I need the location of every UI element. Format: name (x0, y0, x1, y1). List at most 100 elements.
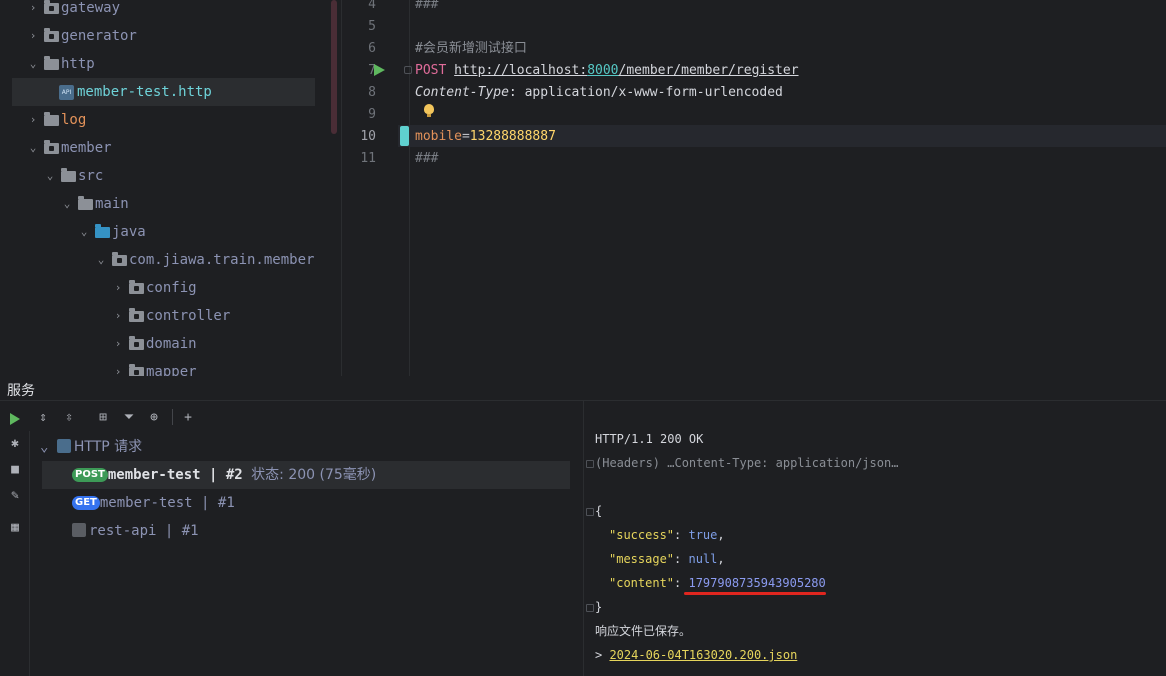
json-key: "message" (609, 552, 675, 566)
http-client-icon (56, 439, 71, 453)
line-number: 10 (360, 129, 376, 144)
body-value: 13288888887 (469, 129, 556, 144)
header-name: Content-Type (415, 85, 509, 100)
request-separator: | (200, 467, 226, 483)
tree-item-gateway[interactable]: › gateway (0, 0, 330, 22)
response-headers[interactable]: (Headers) …Content-Type: application/jso… (595, 452, 898, 474)
tree-item-label: com.jiawa.train.member (129, 252, 315, 268)
module-folder-icon (44, 140, 59, 154)
response-file-link[interactable]: 2024-06-04T163020.200.json (609, 648, 797, 662)
tree-item-config[interactable]: › config (0, 274, 330, 302)
fold-icon[interactable] (586, 460, 594, 468)
chevron-down-icon[interactable]: ⌄ (27, 50, 39, 78)
json-line-content: "content": 1797908735943905280 (609, 576, 826, 590)
prompt-marker: > (595, 648, 610, 662)
chevron-down-icon[interactable]: ⌄ (27, 134, 39, 162)
chevron-right-icon[interactable]: › (112, 274, 124, 302)
http-requests-group[interactable]: ⌄ HTTP 请求 (40, 433, 142, 461)
request-separator: | (192, 495, 218, 511)
chevron-down-icon[interactable]: ⌄ (95, 246, 107, 274)
request-separator: ### (415, 151, 439, 166)
json-value: true (688, 528, 718, 542)
services-panel: ⇕ ⇳ ⊞ ⏷ ⊕ + ✱ ■ ✎ ▦ ⌄ HTTP 请求 POST member… (0, 400, 1166, 676)
folder-icon (44, 112, 59, 126)
module-folder-icon (44, 28, 59, 42)
tree-item-package-root[interactable]: ⌄ com.jiawa.train.member (0, 246, 330, 274)
body-key: mobile (415, 129, 462, 144)
chevron-right-icon[interactable]: › (112, 330, 124, 358)
tree-item-generator[interactable]: › generator (0, 22, 330, 50)
url-host[interactable]: http://localhost: (454, 63, 587, 78)
fold-icon[interactable] (586, 508, 594, 516)
stop-icon[interactable]: ■ (6, 461, 24, 479)
tree-item-log[interactable]: › log (0, 106, 330, 134)
line-number: 4 (368, 0, 376, 12)
tree-item-src[interactable]: ⌄ src (0, 162, 330, 190)
line-number: 7 (368, 63, 376, 78)
tree-item-label: http (61, 56, 95, 72)
tree-item-member-test-http[interactable]: API member-test.http (12, 78, 315, 106)
panel-splitter[interactable] (583, 401, 584, 676)
get-badge: GET (72, 496, 100, 510)
group-by-icon[interactable]: ⊞ (94, 409, 112, 427)
json-value: null (688, 552, 718, 566)
lightbulb-icon[interactable] (424, 104, 434, 117)
line-number: 11 (360, 151, 376, 166)
tree-item-mapper[interactable]: › mapper (0, 358, 330, 376)
request-row[interactable]: GET member-test | #1 (72, 489, 235, 517)
run-request-icon[interactable] (374, 64, 385, 76)
tree-item-label: member (61, 140, 112, 156)
folder-icon (44, 56, 59, 70)
project-tree: › gateway › generator ⌄ http API member-… (0, 0, 342, 376)
new-tab-icon[interactable]: ⊕ (145, 409, 163, 427)
request-number: #2 (225, 467, 243, 483)
fold-icon[interactable] (586, 604, 594, 612)
run-icon[interactable] (10, 413, 20, 425)
toolbar-separator (172, 409, 173, 425)
collapse-all-icon[interactable]: ⇳ (60, 409, 78, 427)
chevron-down-icon[interactable]: ⌄ (61, 190, 73, 218)
url-port[interactable]: 8000 (587, 63, 618, 78)
json-open-brace: { (595, 504, 603, 518)
chevron-down-icon[interactable]: ⌄ (44, 162, 56, 190)
chevron-right-icon[interactable]: › (27, 22, 39, 50)
fold-icon[interactable] (404, 66, 412, 74)
tree-item-main[interactable]: ⌄ main (0, 190, 330, 218)
filter-icon[interactable]: ⏷ (120, 409, 138, 427)
line-number: 6 (368, 41, 376, 56)
request-separator: | (156, 523, 182, 539)
header-value: application/x-www-form-urlencoded (516, 85, 783, 100)
chevron-down-icon[interactable]: ⌄ (78, 218, 90, 246)
code-editor[interactable]: 4 5 6 7 8 9 10 11 ### #会员新增测试接口 POST htt… (342, 0, 1166, 376)
expand-all-icon[interactable]: ⇕ (34, 409, 52, 427)
layout-icon[interactable]: ▦ (6, 519, 24, 537)
chevron-down-icon[interactable]: ⌄ (40, 439, 48, 455)
request-row[interactable]: POST member-test | #2 状态: 200 (75毫秒) (42, 461, 570, 489)
chevron-right-icon[interactable]: › (27, 106, 39, 134)
response-saved-message: 响应文件已保存。 (595, 624, 692, 638)
gutter-divider (409, 0, 410, 376)
package-icon (129, 308, 144, 322)
url-path[interactable]: /member/member/register (619, 63, 799, 78)
add-service-icon[interactable]: + (179, 409, 197, 427)
debug-icon[interactable]: ✱ (6, 435, 24, 453)
chevron-right-icon[interactable]: › (112, 358, 124, 376)
tree-item-java[interactable]: ⌄ java (0, 218, 330, 246)
line-number: 5 (368, 19, 376, 34)
wrench-icon[interactable]: ✎ (6, 487, 24, 505)
group-label: HTTP 请求 (73, 439, 143, 455)
request-number: #1 (217, 495, 235, 511)
request-row[interactable]: rest-api | #1 (72, 517, 199, 545)
chevron-right-icon[interactable]: › (112, 302, 124, 330)
request-status: 状态: 200 (75毫秒) (251, 467, 377, 483)
tree-item-http[interactable]: ⌄ http (0, 50, 330, 78)
tree-scrollbar[interactable] (331, 0, 337, 134)
tree-item-domain[interactable]: › domain (0, 330, 330, 358)
tree-item-member[interactable]: ⌄ member (0, 134, 330, 162)
tree-item-controller[interactable]: › controller (0, 302, 330, 330)
chevron-right-icon[interactable]: › (27, 0, 39, 22)
module-folder-icon (44, 0, 59, 14)
header-colon: : (508, 85, 517, 100)
request-name: member-test (99, 495, 193, 511)
tree-item-label: java (112, 224, 146, 240)
